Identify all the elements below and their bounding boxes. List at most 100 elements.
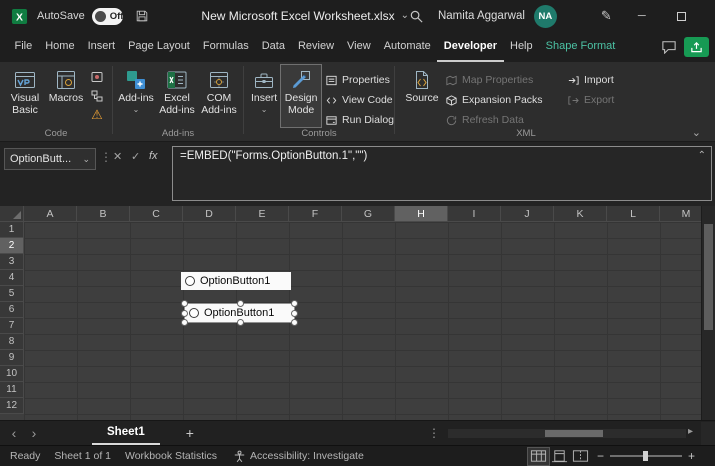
visual-basic-button[interactable]: Visual Basic <box>4 65 46 127</box>
normal-view-button[interactable] <box>528 448 549 465</box>
column-header-g[interactable]: G <box>342 206 395 222</box>
tab-view[interactable]: View <box>341 32 378 62</box>
grid-cells[interactable] <box>24 222 701 420</box>
zoom-slider-knob[interactable] <box>643 451 648 461</box>
search-icon[interactable] <box>409 9 424 24</box>
view-code-button[interactable]: View Code <box>325 91 394 109</box>
formula-input[interactable]: =EMBED("Forms.OptionButton.1","") ⌃ <box>172 146 712 201</box>
excel-logo-icon[interactable]: X <box>11 8 28 25</box>
name-box-resize-handle[interactable]: ⋮ <box>100 150 112 164</box>
tab-page-layout[interactable]: Page Layout <box>122 32 197 62</box>
tab-developer[interactable]: Developer <box>437 32 503 62</box>
column-header-m[interactable]: M <box>660 206 701 222</box>
column-header-k[interactable]: K <box>554 206 607 222</box>
column-header-a[interactable]: A <box>24 206 77 222</box>
page-layout-view-button[interactable] <box>549 448 570 465</box>
export-button[interactable]: Export <box>567 91 637 109</box>
row-header-1[interactable]: 1 <box>0 222 24 238</box>
column-header-l[interactable]: L <box>607 206 660 222</box>
properties-button[interactable]: Properties <box>325 71 394 89</box>
enter-icon[interactable]: ✓ <box>131 150 140 163</box>
zoom-out-button[interactable]: − <box>597 449 604 463</box>
expansion-packs-button[interactable]: Expansion Packs <box>445 91 563 109</box>
selection-handle[interactable] <box>237 300 244 307</box>
map-properties-button[interactable]: Map Properties <box>445 71 563 89</box>
tab-file[interactable]: File <box>8 32 39 62</box>
tab-help[interactable]: Help <box>504 32 540 62</box>
row-header-10[interactable]: 10 <box>0 366 24 382</box>
vertical-scrollbar-thumb[interactable] <box>704 224 713 330</box>
share-button[interactable] <box>684 37 709 57</box>
accessibility-status[interactable]: Accessibility: Investigate <box>250 450 364 462</box>
row-header-3[interactable]: 3 <box>0 254 24 270</box>
selection-handle[interactable] <box>181 310 188 317</box>
select-all-corner[interactable] <box>0 206 24 222</box>
tab-automate[interactable]: Automate <box>377 32 437 62</box>
embedded-option-button-1[interactable]: OptionButton1 <box>181 272 291 290</box>
vertical-scrollbar[interactable] <box>701 206 715 420</box>
selection-handle[interactable] <box>181 300 188 307</box>
row-header-5[interactable]: 5 <box>0 286 24 302</box>
com-add-ins-button[interactable]: COM Add-ins <box>198 65 240 127</box>
tab-insert[interactable]: Insert <box>81 32 122 62</box>
row-header-9[interactable]: 9 <box>0 350 24 366</box>
design-mode-button[interactable]: Design Mode <box>281 65 321 127</box>
maximize-button[interactable] <box>662 0 702 32</box>
column-header-j[interactable]: J <box>501 206 554 222</box>
selection-handle[interactable] <box>291 300 298 307</box>
column-header-f[interactable]: F <box>289 206 342 222</box>
comments-icon[interactable] <box>661 40 677 54</box>
run-dialog-button[interactable]: Run Dialog <box>325 111 394 129</box>
tab-home[interactable]: Home <box>39 32 81 62</box>
tab-bar-options-icon[interactable]: ⋮ <box>428 426 440 440</box>
add-sheet-button[interactable]: + <box>186 425 194 441</box>
selection-handle[interactable] <box>181 319 188 326</box>
workbook-statistics[interactable]: Workbook Statistics <box>125 450 217 462</box>
sheet-nav-next-icon[interactable]: › <box>24 426 44 440</box>
scroll-right-icon[interactable]: ▸ <box>688 426 693 437</box>
record-macro-icon[interactable] <box>88 69 106 85</box>
row-header-2[interactable]: 2 <box>0 238 24 254</box>
sheet-nav-prev-icon[interactable]: ‹ <box>4 426 24 440</box>
macros-button[interactable]: Macros <box>46 65 86 127</box>
minimize-button[interactable]: ─ <box>622 0 662 32</box>
excel-add-ins-button[interactable]: Excel Add-ins <box>156 65 198 127</box>
sheet-tab-sheet1[interactable]: Sheet1 <box>92 421 160 445</box>
import-button[interactable]: Import <box>567 71 637 89</box>
tab-data[interactable]: Data <box>255 32 291 62</box>
tab-formulas[interactable]: Formulas <box>196 32 255 62</box>
refresh-data-button[interactable]: Refresh Data <box>445 111 563 129</box>
column-header-d[interactable]: D <box>183 206 236 222</box>
source-button[interactable]: Source <box>403 65 441 127</box>
row-header-6[interactable]: 6 <box>0 302 24 318</box>
horizontal-scrollbar-thumb[interactable] <box>545 430 603 437</box>
insert-function-icon[interactable]: fx <box>149 150 158 162</box>
embedded-option-button-2-selected[interactable]: OptionButton1 <box>184 303 295 323</box>
page-break-preview-button[interactable] <box>570 448 591 465</box>
row-header-12[interactable]: 12 <box>0 398 24 414</box>
collapse-ribbon-icon[interactable]: ⌄ <box>692 126 701 139</box>
use-relative-references-icon[interactable] <box>88 88 106 104</box>
macro-security-warning-icon[interactable]: ⚠ <box>88 107 106 123</box>
zoom-in-button[interactable]: + <box>688 449 695 463</box>
selection-handle[interactable] <box>291 310 298 317</box>
row-header-4[interactable]: 4 <box>0 270 24 286</box>
cancel-icon[interactable]: ✕ <box>113 150 122 163</box>
collapse-formula-bar-icon[interactable]: ⌃ <box>698 150 706 161</box>
name-box[interactable]: OptionButt... ⌄ <box>4 148 96 170</box>
row-header-7[interactable]: 7 <box>0 318 24 334</box>
close-button[interactable]: ✕ <box>702 0 715 32</box>
row-header-8[interactable]: 8 <box>0 334 24 350</box>
tab-review[interactable]: Review <box>291 32 340 62</box>
autosave-toggle[interactable]: Off <box>92 8 124 25</box>
add-ins-button[interactable]: Add-ins ⌄ <box>116 65 156 127</box>
save-icon[interactable] <box>135 9 149 23</box>
avatar[interactable]: NA <box>534 5 557 28</box>
column-header-h[interactable]: H <box>395 206 448 222</box>
selection-handle[interactable] <box>291 319 298 326</box>
column-header-b[interactable]: B <box>77 206 130 222</box>
tab-shape-format[interactable]: Shape Format <box>539 32 622 62</box>
zoom-slider[interactable] <box>610 450 682 462</box>
insert-control-button[interactable]: Insert ⌄ <box>247 65 281 127</box>
column-header-i[interactable]: I <box>448 206 501 222</box>
